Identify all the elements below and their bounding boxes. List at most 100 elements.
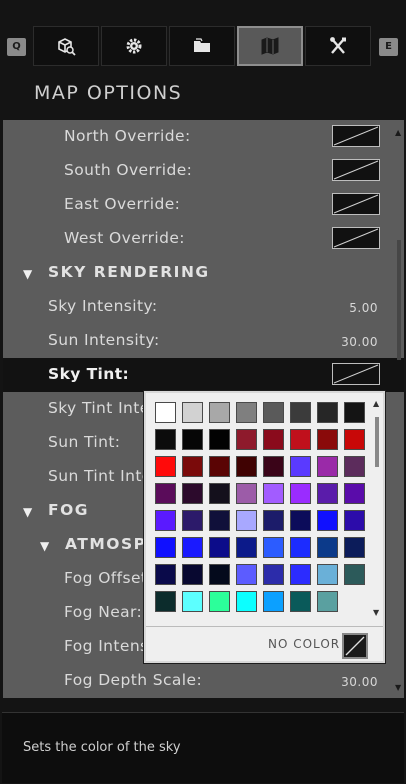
color-swatch-cell[interactable] xyxy=(317,537,338,558)
color-swatch-button[interactable] xyxy=(332,159,380,181)
option-row-south-override[interactable]: South Override: xyxy=(3,154,404,188)
color-swatch-cell[interactable] xyxy=(236,456,257,477)
color-swatch-cell[interactable] xyxy=(236,591,257,612)
color-swatch-cell[interactable] xyxy=(263,429,284,450)
color-swatch-cell[interactable] xyxy=(263,483,284,504)
color-swatch-cell[interactable] xyxy=(317,510,338,531)
collapse-triangle-icon[interactable]: ▼ xyxy=(40,539,49,553)
color-swatch-cell[interactable] xyxy=(209,537,230,558)
color-swatch-cell[interactable] xyxy=(290,537,311,558)
no-color-button[interactable] xyxy=(342,633,368,659)
color-swatch-cell[interactable] xyxy=(290,429,311,450)
scroll-down-icon[interactable]: ▼ xyxy=(395,683,401,692)
scroll-up-icon[interactable]: ▲ xyxy=(395,128,401,137)
color-swatch-cell[interactable] xyxy=(209,402,230,423)
color-swatch-cell[interactable] xyxy=(344,402,365,423)
color-swatch-cell[interactable] xyxy=(290,591,311,612)
list-scrollbar[interactable]: ▲ ▼ xyxy=(394,120,404,698)
option-row-north-override[interactable]: North Override: xyxy=(3,120,404,154)
option-row-sky-tint[interactable]: Sky Tint: xyxy=(3,358,404,392)
color-swatch-cell[interactable] xyxy=(317,564,338,585)
collapse-triangle-icon[interactable]: ▼ xyxy=(23,267,32,281)
color-swatch-cell[interactable] xyxy=(317,429,338,450)
tab-files[interactable] xyxy=(169,26,235,66)
color-swatch-cell[interactable] xyxy=(236,429,257,450)
color-swatch-cell[interactable] xyxy=(182,456,203,477)
picker-scroll-thumb[interactable] xyxy=(375,417,379,467)
option-row-west-override[interactable]: West Override: xyxy=(3,222,404,256)
color-swatch-cell[interactable] xyxy=(263,564,284,585)
tab-map[interactable] xyxy=(237,26,303,66)
color-swatch-cell[interactable] xyxy=(236,510,257,531)
color-swatch-cell[interactable] xyxy=(290,564,311,585)
option-value[interactable]: 5.00 xyxy=(349,301,378,315)
section-sky-rendering[interactable]: ▼ SKY RENDERING xyxy=(3,256,404,290)
color-swatch-cell[interactable] xyxy=(209,483,230,504)
color-swatch-cell[interactable] xyxy=(155,402,176,423)
color-swatch-cell[interactable] xyxy=(182,591,203,612)
color-swatch-cell[interactable] xyxy=(263,456,284,477)
color-swatch-cell[interactable] xyxy=(155,456,176,477)
color-swatch-cell[interactable] xyxy=(344,429,365,450)
color-swatch-cell[interactable] xyxy=(317,402,338,423)
collapse-triangle-icon[interactable]: ▼ xyxy=(23,505,32,519)
color-swatch-cell[interactable] xyxy=(155,537,176,558)
option-value[interactable]: 30.00 xyxy=(341,335,378,349)
option-row-sky-intensity[interactable]: Sky Intensity: 5.00 xyxy=(3,290,404,324)
option-row-east-override[interactable]: East Override: xyxy=(3,188,404,222)
color-swatch-button[interactable] xyxy=(332,227,380,249)
color-swatch-cell[interactable] xyxy=(209,429,230,450)
color-swatch-cell[interactable] xyxy=(209,456,230,477)
color-swatch-cell[interactable] xyxy=(317,591,338,612)
color-swatch-cell[interactable] xyxy=(290,456,311,477)
color-swatch-cell[interactable] xyxy=(344,537,365,558)
color-swatch-cell[interactable] xyxy=(155,510,176,531)
option-row-sun-intensity[interactable]: Sun Intensity: 30.00 xyxy=(3,324,404,358)
color-swatch-cell[interactable] xyxy=(263,537,284,558)
color-swatch-cell[interactable] xyxy=(290,483,311,504)
picker-scrollbar[interactable]: ▲ ▼ xyxy=(372,399,382,617)
color-swatch-cell[interactable] xyxy=(182,510,203,531)
prev-tab-hotkey[interactable]: Q xyxy=(7,38,26,56)
color-swatch-cell[interactable] xyxy=(182,483,203,504)
color-swatch-cell[interactable] xyxy=(317,456,338,477)
color-swatch-button[interactable] xyxy=(332,363,380,385)
option-label: Sky Intensity: xyxy=(48,297,158,315)
color-swatch-cell[interactable] xyxy=(155,483,176,504)
color-swatch-cell[interactable] xyxy=(344,510,365,531)
color-swatch-cell[interactable] xyxy=(182,537,203,558)
color-swatch-cell[interactable] xyxy=(155,429,176,450)
color-swatch-cell[interactable] xyxy=(209,591,230,612)
tab-search-cube[interactable] xyxy=(33,26,99,66)
color-swatch-cell[interactable] xyxy=(263,402,284,423)
color-swatch-cell[interactable] xyxy=(290,510,311,531)
color-swatch-button[interactable] xyxy=(332,193,380,215)
picker-scroll-up-icon[interactable]: ▲ xyxy=(373,399,379,408)
color-swatch-cell[interactable] xyxy=(236,483,257,504)
color-swatch-cell[interactable] xyxy=(344,483,365,504)
color-swatch-cell[interactable] xyxy=(182,564,203,585)
option-row-fog-depth-scale[interactable]: Fog Depth Scale: 30.00 xyxy=(3,664,404,698)
color-swatch-cell[interactable] xyxy=(263,591,284,612)
color-swatch-cell[interactable] xyxy=(344,456,365,477)
next-tab-hotkey[interactable]: E xyxy=(379,38,398,56)
scroll-thumb[interactable] xyxy=(397,240,401,360)
tab-tools[interactable] xyxy=(305,26,371,66)
picker-scroll-down-icon[interactable]: ▼ xyxy=(373,608,379,617)
tab-settings[interactable] xyxy=(101,26,167,66)
color-swatch-button[interactable] xyxy=(332,125,380,147)
color-swatch-cell[interactable] xyxy=(155,564,176,585)
color-swatch-cell[interactable] xyxy=(263,510,284,531)
color-swatch-cell[interactable] xyxy=(236,564,257,585)
option-value[interactable]: 30.00 xyxy=(341,675,378,689)
color-swatch-cell[interactable] xyxy=(209,510,230,531)
color-swatch-cell[interactable] xyxy=(290,402,311,423)
color-swatch-cell[interactable] xyxy=(236,537,257,558)
color-swatch-cell[interactable] xyxy=(236,402,257,423)
color-swatch-cell[interactable] xyxy=(155,591,176,612)
color-swatch-cell[interactable] xyxy=(317,483,338,504)
color-swatch-cell[interactable] xyxy=(209,564,230,585)
color-swatch-cell[interactable] xyxy=(182,402,203,423)
color-swatch-cell[interactable] xyxy=(182,429,203,450)
color-swatch-cell[interactable] xyxy=(344,564,365,585)
